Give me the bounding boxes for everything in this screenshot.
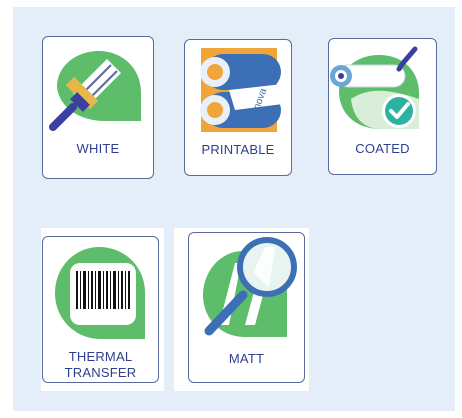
label-line-1: THERMAL: [68, 349, 133, 364]
paint-roller-check-icon: [330, 46, 419, 129]
paint-brush-icon: [49, 51, 141, 131]
label-type-coated-tile[interactable]: COATED: [328, 38, 437, 175]
barcode-icon: [55, 247, 145, 339]
label-type-printable-label: PRINTABLE: [201, 142, 275, 157]
label-types-panel: WHITE nova PRINTABLE COATED THERMAL TRAN…: [13, 7, 455, 411]
label-type-thermal-transfer-tile[interactable]: THERMAL TRANSFER: [42, 236, 159, 383]
label-type-thermal-transfer-label: THERMAL TRANSFER: [43, 349, 158, 381]
label-type-white-tile[interactable]: WHITE: [42, 36, 154, 179]
magnifier-icon: [203, 237, 297, 337]
printing-rollers-icon: nova: [200, 48, 283, 132]
label-type-coated-label: COATED: [355, 141, 410, 156]
label-type-white-label: WHITE: [76, 141, 120, 156]
label-type-printable-tile[interactable]: nova PRINTABLE: [184, 39, 292, 176]
label-type-matt-tile[interactable]: MATT: [188, 232, 305, 383]
label-type-matt-label: MATT: [228, 351, 265, 366]
label-line-2: TRANSFER: [64, 365, 137, 380]
